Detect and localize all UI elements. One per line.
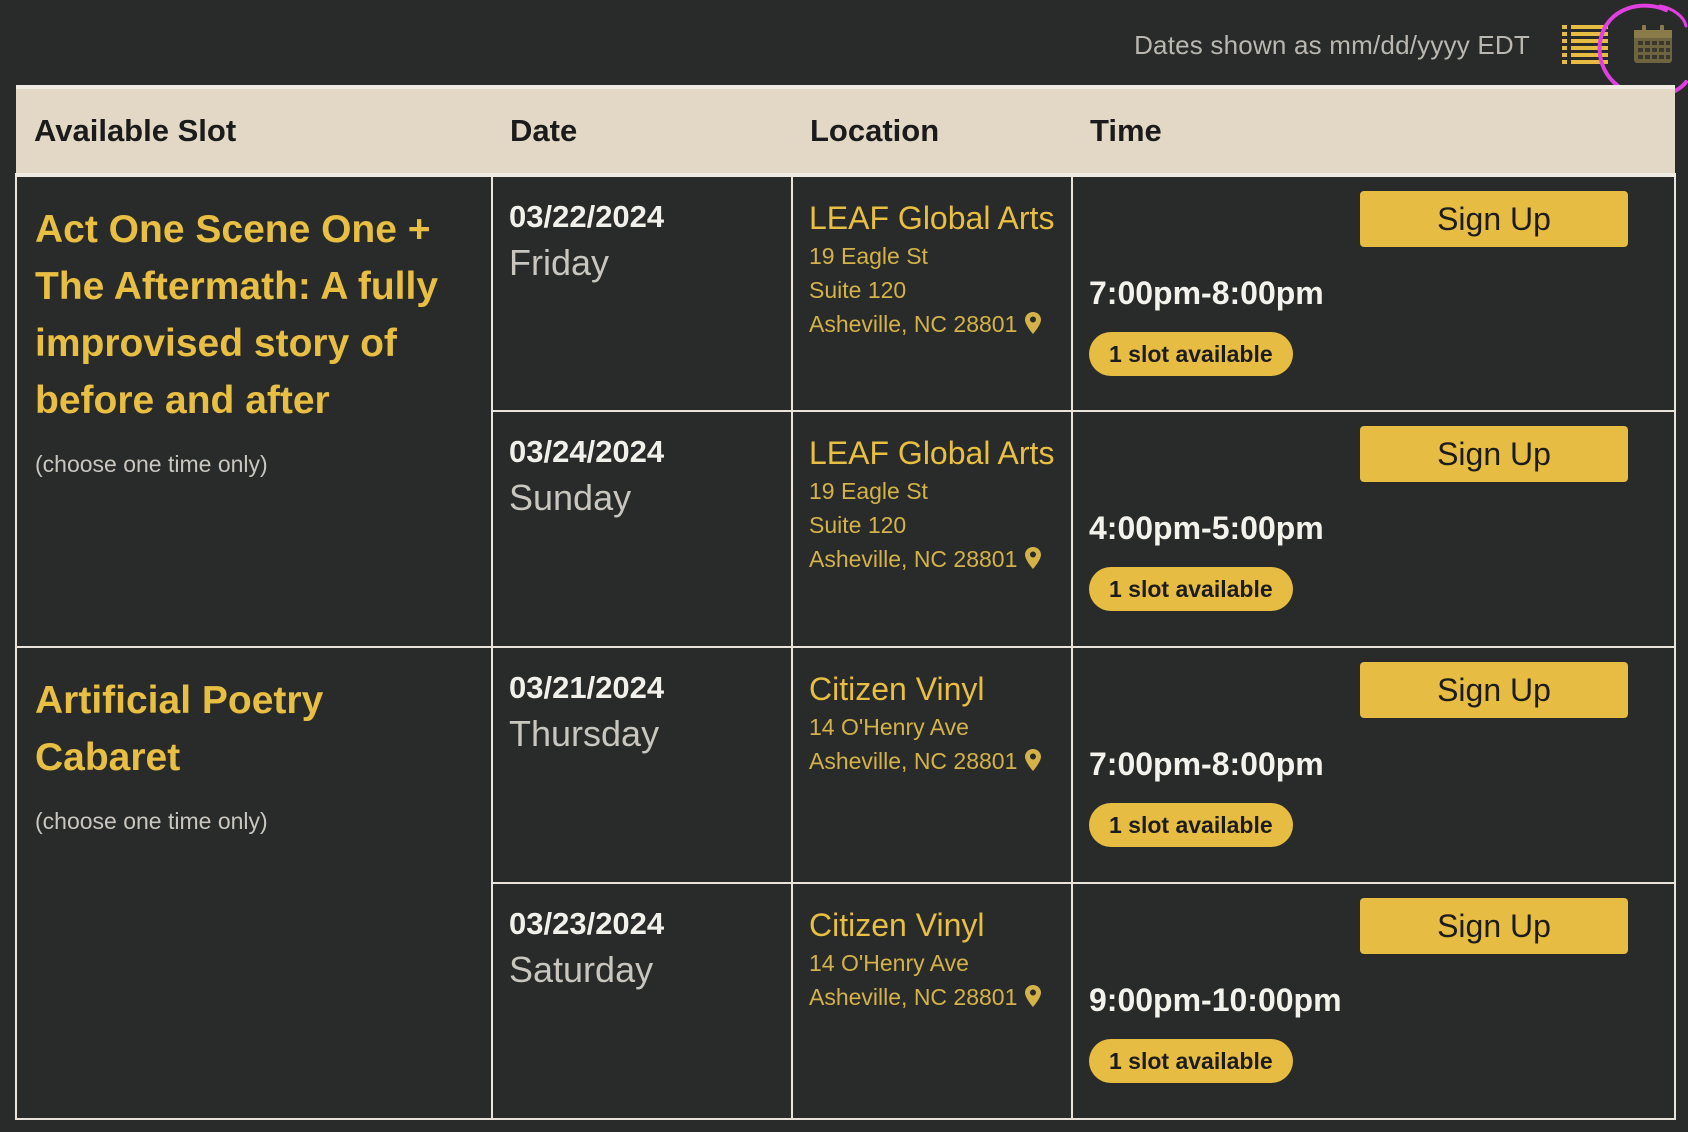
table-header-row: Available Slot Date Location Time xyxy=(16,85,1675,177)
address-line: Asheville, NC 28801 xyxy=(809,748,1018,774)
date-cell: 03/24/2024 Sunday xyxy=(491,410,793,648)
map-pin-icon[interactable] xyxy=(1025,312,1042,334)
address-line: 19 Eagle St xyxy=(809,243,928,269)
location-name: LEAF Global Arts xyxy=(809,200,1055,236)
slot-cell: Artificial Poetry Cabaret (choose one ti… xyxy=(15,646,493,1120)
date-value: 03/23/2024 xyxy=(509,906,665,941)
address-line: 19 Eagle St xyxy=(809,478,928,504)
date-value: 03/24/2024 xyxy=(509,434,665,469)
column-header-location: Location xyxy=(792,85,1072,177)
table-row: Artificial Poetry Cabaret (choose one ti… xyxy=(15,646,1676,1120)
address-line: Asheville, NC 28801 xyxy=(809,311,1018,337)
day-of-week: Friday xyxy=(509,242,610,283)
slot-note: (choose one time only) xyxy=(35,808,268,834)
address-city-line: Asheville, NC 28801 xyxy=(809,744,1057,778)
time-cell: Sign Up 4:00pm-5:00pm 1 slot available xyxy=(1071,410,1676,648)
time-cell: Sign Up 9:00pm-10:00pm 1 slot available xyxy=(1071,882,1676,1120)
date-value: 03/21/2024 xyxy=(509,670,665,705)
address-line: 14 O'Henry Ave xyxy=(809,714,969,740)
sign-up-button[interactable]: Sign Up xyxy=(1360,191,1628,247)
table-row: Act One Scene One + The Aftermath: A ful… xyxy=(15,174,1676,648)
sign-up-button[interactable]: Sign Up xyxy=(1360,426,1628,482)
address-line: Suite 120 xyxy=(809,512,907,538)
list-view-icon[interactable] xyxy=(1562,24,1608,66)
slot-title: Artificial Poetry Cabaret xyxy=(35,679,324,779)
address-line: Asheville, NC 28801 xyxy=(809,984,1018,1010)
time-range: 9:00pm-10:00pm xyxy=(1089,982,1342,1018)
map-pin-icon[interactable] xyxy=(1025,749,1042,771)
address-city-line: Asheville, NC 28801 xyxy=(809,542,1057,576)
top-bar: Dates shown as mm/dd/yyyy EDT xyxy=(0,0,1688,99)
time-cell: Sign Up 7:00pm-8:00pm 1 slot available xyxy=(1071,174,1676,412)
location-cell: Citizen Vinyl 14 O'Henry Ave Asheville, … xyxy=(791,882,1073,1120)
signup-slots-table: Available Slot Date Location Time Act On… xyxy=(15,85,1676,1120)
availability-badge: 1 slot available xyxy=(1089,332,1293,376)
sign-up-button[interactable]: Sign Up xyxy=(1360,898,1628,954)
date-value: 03/22/2024 xyxy=(509,199,665,234)
sign-up-button[interactable]: Sign Up xyxy=(1360,662,1628,718)
location-name: LEAF Global Arts xyxy=(809,435,1055,471)
availability-badge: 1 slot available xyxy=(1089,1039,1293,1083)
date-cell: 03/21/2024 Thursday xyxy=(491,646,793,884)
location-cell: Citizen Vinyl 14 O'Henry Ave Asheville, … xyxy=(791,646,1073,884)
address-city-line: Asheville, NC 28801 xyxy=(809,307,1057,341)
time-range: 7:00pm-8:00pm xyxy=(1089,275,1324,311)
calendar-view-icon[interactable] xyxy=(1633,24,1673,64)
location-name: Citizen Vinyl xyxy=(809,671,985,707)
day-of-week: Thursday xyxy=(509,713,660,754)
column-header-available-slot: Available Slot xyxy=(16,85,492,177)
slot-cell: Act One Scene One + The Aftermath: A ful… xyxy=(15,174,493,648)
location-cell: LEAF Global Arts 19 Eagle St Suite 120 A… xyxy=(791,174,1073,412)
address-line: Asheville, NC 28801 xyxy=(809,546,1018,572)
time-range: 7:00pm-8:00pm xyxy=(1089,746,1324,782)
slot-title: Act One Scene One + The Aftermath: A ful… xyxy=(35,208,439,422)
time-range: 4:00pm-5:00pm xyxy=(1089,510,1324,546)
time-cell: Sign Up 7:00pm-8:00pm 1 slot available xyxy=(1071,646,1676,884)
date-cell: 03/22/2024 Friday xyxy=(491,174,793,412)
timezone-note: Dates shown as mm/dd/yyyy EDT xyxy=(1134,30,1530,60)
location-cell: LEAF Global Arts 19 Eagle St Suite 120 A… xyxy=(791,410,1073,648)
date-cell: 03/23/2024 Saturday xyxy=(491,882,793,1120)
location-name: Citizen Vinyl xyxy=(809,907,985,943)
day-of-week: Sunday xyxy=(509,477,632,518)
map-pin-icon[interactable] xyxy=(1025,985,1042,1007)
availability-badge: 1 slot available xyxy=(1089,803,1293,847)
address-line: Suite 120 xyxy=(809,277,907,303)
slot-note: (choose one time only) xyxy=(35,451,268,477)
column-header-time: Time xyxy=(1072,85,1675,177)
address-line: 14 O'Henry Ave xyxy=(809,950,969,976)
availability-badge: 1 slot available xyxy=(1089,567,1293,611)
address-city-line: Asheville, NC 28801 xyxy=(809,980,1057,1014)
map-pin-icon[interactable] xyxy=(1025,547,1042,569)
column-header-date: Date xyxy=(492,85,792,177)
day-of-week: Saturday xyxy=(509,949,654,990)
